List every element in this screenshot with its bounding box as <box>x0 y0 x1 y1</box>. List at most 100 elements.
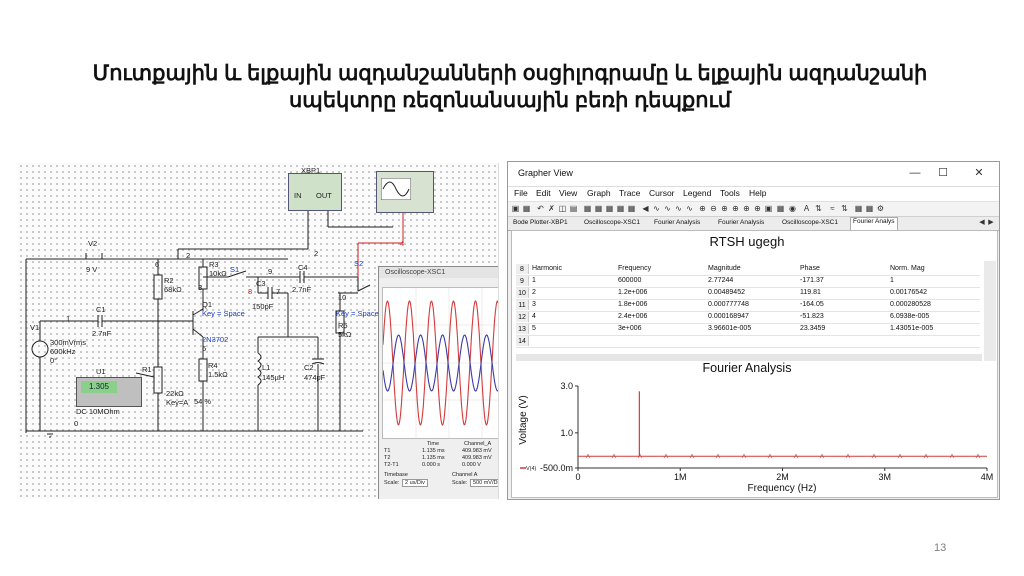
grid-icon[interactable]: ▦ <box>583 204 592 213</box>
tab-scroll-right-icon[interactable]: ▶ <box>987 218 995 228</box>
tab-oscilloscope-2[interactable]: Oscilloscope-XSC1 <box>780 219 840 226</box>
menu-graph[interactable]: Graph <box>587 188 611 198</box>
paste-icon[interactable]: ▤ <box>569 204 578 213</box>
cell-norm: 6.0938e-005 <box>890 313 930 320</box>
select-icon[interactable]: ◀ <box>641 204 650 213</box>
table-header-row: 8 Harmonic Frequency Magnitude Phase Nor… <box>516 264 980 276</box>
v1-value-1: 300mVrms <box>50 338 86 347</box>
tab-bode-plotter[interactable]: Bode Plotter-XBP1 <box>511 219 570 226</box>
row-number: 12 <box>516 312 529 322</box>
grid5-icon[interactable]: ▦ <box>627 204 636 213</box>
u1-name: U1 <box>96 367 106 376</box>
table-row[interactable]: 10 2 1.2e+006 0.00489452 119.81 0.001765… <box>516 288 980 300</box>
cursor-wave2-icon[interactable]: ∿ <box>663 204 672 213</box>
menu-cursor[interactable]: Cursor <box>649 188 675 198</box>
chart-axes: 0 1M 2M 3M 4M 3.0 1.0 -500.0m <box>540 381 993 482</box>
fourier-chart: Fourier Analysis Voltage (V) Frequency (… <box>518 361 993 494</box>
c4-name: C4 <box>298 263 308 272</box>
multimeter-display: 1.305 <box>81 381 117 393</box>
text-icon[interactable]: A <box>802 204 811 213</box>
undo-icon[interactable]: ↶ <box>536 204 545 213</box>
grapher-tabs: Bode Plotter-XBP1 Oscilloscope-XSC1 Four… <box>508 217 999 231</box>
zoom-in-icon[interactable]: ⊕ <box>698 204 707 213</box>
cell-harmonic: 3 <box>532 301 536 308</box>
s2-name: S2 <box>354 259 364 268</box>
scope-channel-header: Channel_A <box>464 441 492 447</box>
print-icon[interactable]: ▦ <box>776 204 785 213</box>
menu-file[interactable]: File <box>514 188 528 198</box>
menu-tools[interactable]: Tools <box>720 188 740 198</box>
scope-timebase-scale[interactable]: 2 us/Div <box>402 479 428 487</box>
table-row[interactable]: 11 3 1.8e+006 0.000777748 -164.05 0.0002… <box>516 300 980 312</box>
menu-edit[interactable]: Edit <box>536 188 551 198</box>
tab-fourier-active[interactable]: Fourier Analys <box>850 217 898 230</box>
cursor-wave3-icon[interactable]: ∿ <box>674 204 683 213</box>
c2-name: C2 <box>304 363 314 372</box>
zoom-x-icon[interactable]: ⊕ <box>742 204 751 213</box>
minimize-icon[interactable]: — <box>906 166 924 180</box>
cell-norm: 1.43051e-005 <box>890 325 934 332</box>
cursor-wave4-icon[interactable]: ∿ <box>685 204 694 213</box>
grid3-icon[interactable]: ▦ <box>605 204 614 213</box>
marker-icon[interactable]: ◉ <box>788 204 797 213</box>
tab-fourier-2[interactable]: Fourier Analysis <box>716 219 766 226</box>
oscilloscope-instrument[interactable] <box>376 171 434 213</box>
close-icon[interactable]: ✕ <box>970 166 988 180</box>
scope-timebase-label: Timebase <box>384 472 408 478</box>
table-row[interactable]: 14 <box>516 336 980 348</box>
oscilloscope-window[interactable]: Oscilloscope-XSC1 Time Channel_A T1 1.13… <box>378 266 498 499</box>
y-tick-label: 1.0 <box>560 428 573 438</box>
maximize-icon[interactable]: ☐ <box>934 166 952 180</box>
data-icon[interactable]: ⇅ <box>840 204 849 213</box>
node-2b: 2 <box>314 249 319 258</box>
cut-icon[interactable]: ✗ <box>547 204 556 213</box>
export-icon[interactable]: ▦ <box>854 204 863 213</box>
s1-name: S1 <box>230 265 240 274</box>
table-row[interactable]: 9 1 600000 2.77244 -171.37 1 <box>516 276 980 288</box>
open-icon[interactable]: ▣ <box>511 204 520 213</box>
slide-title-line2: սպեկտրը ռեզոնանսային բեռի դեպքում <box>288 89 732 112</box>
cell-norm: 1 <box>890 277 894 284</box>
export2-icon[interactable]: ▦ <box>865 204 874 213</box>
grid2-icon[interactable]: ▦ <box>594 204 603 213</box>
menu-help[interactable]: Help <box>749 188 766 198</box>
table-row[interactable]: 13 5 3e+006 3.96601e-005 23.3459 1.43051… <box>516 324 980 336</box>
r1-key: Key=A <box>166 398 189 407</box>
zoom-fit-icon[interactable]: ⊕ <box>731 204 740 213</box>
cursor-wave-icon[interactable]: ∿ <box>652 204 661 213</box>
c4-value: 2.7nF <box>292 285 312 294</box>
r3-value: 10kΩ <box>209 269 227 278</box>
node-8: 8 <box>248 287 253 296</box>
menu-view[interactable]: View <box>559 188 577 198</box>
r5-value: 5kΩ <box>338 330 352 339</box>
scope-screen <box>382 287 498 439</box>
cursor-icon[interactable]: ⇅ <box>814 204 823 213</box>
waveform-icon[interactable]: ≈ <box>828 204 837 213</box>
zoom-out-icon[interactable]: ⊖ <box>709 204 718 213</box>
scope-waveforms <box>382 288 498 438</box>
table-vertical-scrollbar[interactable] <box>984 261 996 361</box>
save-icon[interactable]: ▦ <box>522 204 531 213</box>
col-norm-mag: Norm. Mag <box>890 265 925 272</box>
tab-scroll-left-icon[interactable]: ◀ <box>978 218 986 228</box>
zoom-area-icon[interactable]: ⊕ <box>720 204 729 213</box>
menu-legend[interactable]: Legend <box>683 188 711 198</box>
tab-oscilloscope[interactable]: Oscilloscope-XSC1 <box>582 219 642 226</box>
s1-key: Key = Space <box>202 309 245 318</box>
scope-t1-time: 1.135 ms <box>422 448 445 454</box>
tab-fourier-1[interactable]: Fourier Analysis <box>652 219 702 226</box>
multisim-schematic[interactable]: XBP1 IN OUT 1.305 Oscilloscope-XSC1 Time <box>18 163 499 499</box>
table-row[interactable]: 12 4 2.4e+006 0.000168947 -51.823 6.0938… <box>516 312 980 324</box>
pan-icon[interactable]: ▣ <box>764 204 773 213</box>
zoom-y-icon[interactable]: ⊕ <box>753 204 762 213</box>
multimeter-u1[interactable]: 1.305 <box>76 377 142 407</box>
grapher-view-window[interactable]: Grapher View — ☐ ✕ File Edit View Graph … <box>507 161 1000 500</box>
grapher-window-title: Grapher View <box>518 168 573 178</box>
settings-icon[interactable]: ⚙ <box>876 204 885 213</box>
copy-icon[interactable]: ◫ <box>558 204 567 213</box>
scope-ch-scale[interactable]: 500 mV/Div <box>470 479 498 487</box>
cell-phase: 119.81 <box>800 289 821 296</box>
menu-trace[interactable]: Trace <box>619 188 640 198</box>
grid4-icon[interactable]: ▦ <box>616 204 625 213</box>
v1-value-3: 0° <box>50 356 58 365</box>
